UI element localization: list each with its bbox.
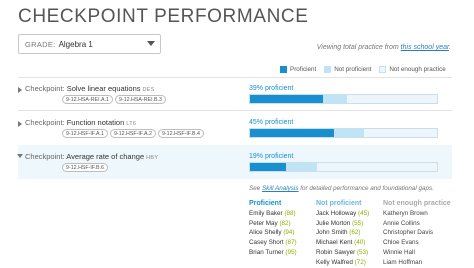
checkpoint-name: Function notation xyxy=(66,118,125,127)
student-item[interactable]: Emily Baker (88) xyxy=(249,209,297,219)
page-title: CHECKPOINT PERFORMANCE xyxy=(18,6,309,27)
legend-not-enough-swatch xyxy=(379,66,387,73)
proficient-header: Proficient xyxy=(249,200,282,207)
not-proficient-students-column: Not proficient Jack Holloway (45) Julie … xyxy=(316,199,369,268)
standard-tags: 9-12.HSF-IF.B.6 xyxy=(62,163,110,172)
checkpoint-code: HBY xyxy=(146,155,159,161)
standard-tags: 9-12.HSA-REI.A.1 9-12.HSA-REI.B.3 xyxy=(62,95,168,104)
divider xyxy=(18,110,452,111)
standard-tag: 9-12.HSA-REI.B.3 xyxy=(114,95,166,104)
proficient-segment xyxy=(250,129,335,137)
student-item[interactable]: Casey Short (87) xyxy=(249,238,297,248)
divider xyxy=(18,77,452,78)
proficiency-label: 39% proficient xyxy=(249,85,294,92)
not-proficient-segment xyxy=(334,129,365,137)
not-proficient-segment xyxy=(322,95,348,103)
student-item[interactable]: Winnie Hall xyxy=(383,248,451,258)
grade-select-value: Algebra 1 xyxy=(58,39,93,49)
standard-tag: 9-12.HSF-IF.B.6 xyxy=(62,163,108,172)
expand-arrow-icon[interactable] xyxy=(18,121,22,127)
standard-tag: 9-12.HSF-IF.A.1 xyxy=(62,129,108,138)
checkpoint-row-average-rate-of-change[interactable]: Checkpoint: Average rate of change HBY xyxy=(25,152,158,161)
proficient-segment xyxy=(250,95,323,103)
proficiency-bar xyxy=(249,94,438,104)
view-note-suffix: . xyxy=(449,44,451,51)
collapse-arrow-icon[interactable] xyxy=(17,154,23,158)
view-note-prefix: Viewing total practice from xyxy=(316,44,401,51)
student-item[interactable]: Annie Collins xyxy=(383,219,451,229)
not-enough-practice-column: Not enough practice Katheryn Brown Annie… xyxy=(383,199,451,268)
checkpoint-code: LT6 xyxy=(126,121,137,127)
legend-not-proficient-swatch xyxy=(324,66,332,73)
not-proficient-segment xyxy=(285,163,318,171)
student-item[interactable]: Christopher Davis xyxy=(383,228,451,238)
student-item[interactable]: Kelly Walfred (72) xyxy=(316,258,369,268)
checkpoint-name: Solve linear equations xyxy=(66,84,141,93)
proficiency-bar xyxy=(249,128,438,138)
checkpoint-row-solve-linear-equations[interactable]: Checkpoint: Solve linear equations DES xyxy=(25,84,155,93)
proficiency-bar xyxy=(249,162,438,172)
legend: Proficient Not proficient Not enough pra… xyxy=(280,66,454,73)
student-item[interactable]: Katheryn Brown xyxy=(383,209,451,219)
checkpoint-name: Average rate of change xyxy=(66,152,145,161)
time-period-link[interactable]: this school year xyxy=(401,44,449,51)
view-period-note: Viewing total practice from this school … xyxy=(317,44,451,51)
standard-tag: 9-12.HSF-IF.A.2 xyxy=(109,129,156,138)
standard-tag: 9-12.HSA-REI.A.1 xyxy=(62,95,113,104)
checkpoint-row-function-notation[interactable]: Checkpoint: Function notation LT6 xyxy=(25,118,136,127)
student-item[interactable]: John Smith (62) xyxy=(316,228,369,238)
legend-not-enough-label: Not enough practice xyxy=(389,66,446,73)
proficient-students-column: Proficient Emily Baker (88) Peter May (8… xyxy=(249,199,297,258)
grade-select-label: GRADE: xyxy=(25,39,56,49)
student-item[interactable]: Peter May (82) xyxy=(249,219,297,229)
student-item[interactable]: Chloe Evans xyxy=(383,238,451,248)
student-item[interactable]: Michael Kent (40) xyxy=(316,238,369,248)
chevron-down-icon xyxy=(147,41,155,46)
skill-analysis-link[interactable]: Skill Analysis xyxy=(262,185,299,192)
student-item[interactable]: Brian Turner (95) xyxy=(249,248,297,258)
student-item[interactable]: Liam Hoffman xyxy=(383,258,451,268)
standard-tags: 9-12.HSF-IF.A.1 9-12.HSF-IF.A.2 9-12.HSF… xyxy=(62,129,206,138)
checkpoint-code: DES xyxy=(142,87,155,93)
student-item[interactable]: Robin Sawyer (53) xyxy=(316,248,369,258)
proficient-segment xyxy=(250,163,286,171)
skill-analysis-note: See Skill Analysis for detailed performa… xyxy=(249,185,434,192)
legend-proficient-swatch xyxy=(280,66,287,73)
student-item[interactable]: Alice Shelly (94) xyxy=(249,228,297,238)
legend-not-proficient-label: Not proficient xyxy=(334,66,372,73)
student-item[interactable]: Jack Holloway (45) xyxy=(316,209,369,219)
student-item[interactable]: Julie Morton (55) xyxy=(316,219,369,229)
standard-tag: 9-12.HSF-IF.B.4 xyxy=(157,129,204,138)
expand-arrow-icon[interactable] xyxy=(18,87,22,93)
proficiency-label: 19% proficient xyxy=(249,153,294,160)
grade-select[interactable]: GRADE: Algebra 1 xyxy=(18,34,161,54)
not-enough-practice-header: Not enough practice xyxy=(383,200,451,207)
legend-proficient-label: Proficient xyxy=(290,66,317,73)
not-proficient-header: Not proficient xyxy=(316,200,362,207)
proficiency-label: 45% proficient xyxy=(249,119,294,126)
